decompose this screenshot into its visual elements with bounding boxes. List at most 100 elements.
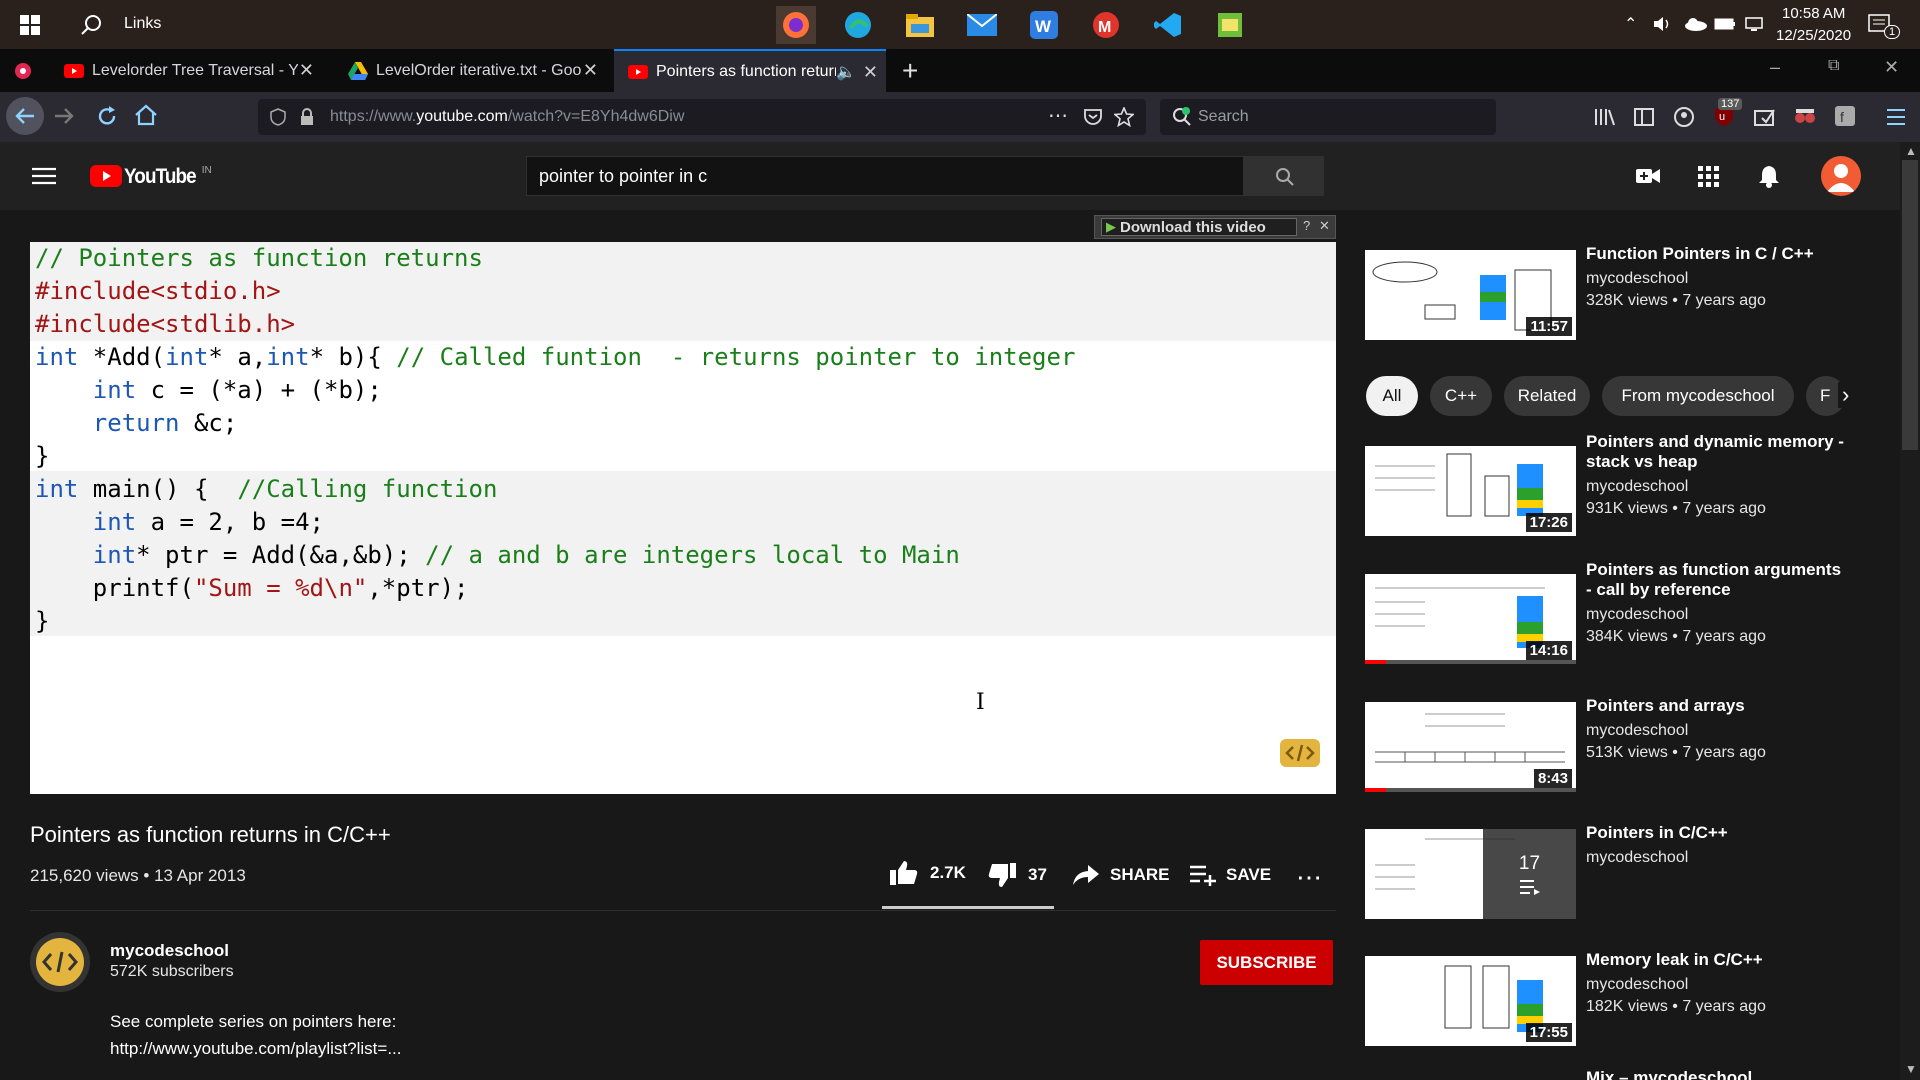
clock-date[interactable]: 12/25/2020: [1776, 27, 1851, 44]
forward-button-icon[interactable]: [54, 107, 74, 130]
like-button[interactable]: 2.7K: [890, 860, 966, 886]
taskbar-search-label[interactable]: Links: [124, 15, 161, 33]
scroll-up-icon[interactable]: ▲: [1905, 144, 1917, 158]
recommended-video[interactable]: 8:43 Pointers and arrays mycodeschool 51…: [1365, 696, 1845, 798]
recommended-video[interactable]: 11:57 Function Pointers in C / C++ mycod…: [1365, 244, 1845, 346]
taskbar-search-icon[interactable]: [80, 14, 102, 41]
minimize-window-icon[interactable]: –: [1770, 57, 1780, 78]
youtube-logo[interactable]: YouTube IN: [90, 165, 212, 189]
dislike-button[interactable]: 37: [988, 862, 1047, 888]
video-channel[interactable]: mycodeschool: [1586, 976, 1688, 994]
filter-chip-related[interactable]: Related: [1504, 376, 1590, 416]
notifications-bell-icon[interactable]: [1758, 164, 1780, 188]
screenshot-extension-icon[interactable]: [1754, 107, 1776, 127]
sidebar-icon[interactable]: [1634, 107, 1654, 127]
share-button[interactable]: SHARE: [1072, 864, 1170, 886]
guide-menu-icon[interactable]: [32, 167, 56, 185]
library-icon[interactable]: [1594, 107, 1616, 127]
subscribe-button[interactable]: SUBSCRIBE: [1200, 940, 1333, 985]
close-window-icon[interactable]: ✕: [1884, 57, 1899, 78]
channel-avatar[interactable]: [30, 932, 90, 992]
save-button[interactable]: SAVE: [1190, 864, 1271, 886]
account-icon[interactable]: [1674, 107, 1694, 127]
help-icon[interactable]: ?: [1303, 218, 1310, 233]
user-avatar[interactable]: [1821, 156, 1861, 196]
browser-search-bar[interactable]: Search: [1160, 99, 1496, 135]
youtube-search-button[interactable]: [1244, 156, 1324, 196]
video-title[interactable]: Pointers as function arguments - call by…: [1586, 560, 1846, 600]
video-title[interactable]: Function Pointers in C / C++: [1586, 244, 1846, 264]
filter-chip-cpp[interactable]: C++: [1430, 376, 1492, 416]
more-actions-icon[interactable]: ⋯: [1296, 862, 1323, 893]
chevron-up-icon[interactable]: ⌃: [1624, 14, 1637, 34]
tab-levelorder-iterative[interactable]: LevelOrder iterative.txt - Googl ✕: [334, 49, 606, 92]
close-tab-icon[interactable]: ✕: [583, 60, 598, 81]
privacy-extension-icon[interactable]: [1794, 107, 1816, 127]
scroll-down-icon[interactable]: ▼: [1905, 1062, 1917, 1076]
playlist-thumbnail[interactable]: 17: [1365, 829, 1576, 919]
video-thumbnail[interactable]: 8:43: [1365, 702, 1576, 792]
video-thumbnail[interactable]: 14:16: [1365, 574, 1576, 664]
clock-time[interactable]: 10:58 AM: [1782, 5, 1845, 22]
close-tab-icon[interactable]: ✕: [863, 62, 878, 83]
file-explorer-icon[interactable]: [900, 6, 940, 44]
page-actions-icon[interactable]: ⋯: [1048, 103, 1068, 128]
video-channel[interactable]: mycodeschool: [1586, 606, 1688, 624]
onedrive-icon[interactable]: [1684, 17, 1708, 36]
bookmark-star-icon[interactable]: [1114, 107, 1134, 127]
recommended-playlist[interactable]: 17 Pointers in C/C++ mycodeschool: [1365, 823, 1845, 925]
pocket-icon[interactable]: [1084, 108, 1102, 126]
recommended-video[interactable]: 14:16 Pointers as function arguments - c…: [1365, 560, 1845, 670]
channel-name[interactable]: mycodeschool: [110, 941, 229, 961]
edge-icon[interactable]: [838, 6, 878, 44]
close-icon[interactable]: ✕: [1319, 218, 1330, 234]
close-tab-icon[interactable]: ✕: [299, 60, 314, 81]
vscode-icon[interactable]: [1148, 6, 1188, 44]
video-title[interactable]: Memory leak in C/C++: [1586, 950, 1846, 970]
video-channel[interactable]: mycodeschool: [1586, 478, 1688, 496]
filter-chip-from-mycodeschool[interactable]: From mycodeschool: [1602, 376, 1794, 416]
generic-extension-icon[interactable]: f: [1834, 105, 1856, 127]
recommended-video[interactable]: 17:55 Memory leak in C/C++ mycodeschool …: [1365, 950, 1845, 1052]
reload-icon[interactable]: [96, 105, 118, 132]
video-description-link[interactable]: http://www.youtube.com/playlist?list=...: [110, 1039, 402, 1059]
home-icon[interactable]: [134, 104, 158, 131]
playlist-title[interactable]: Pointers in C/C++: [1586, 823, 1846, 843]
video-title[interactable]: Pointers and dynamic memory - stack vs h…: [1586, 432, 1846, 472]
url-text[interactable]: https://www.youtube.com/watch?v=E8Yh4dw6…: [330, 108, 684, 126]
mail-icon[interactable]: [962, 6, 1002, 44]
url-bar[interactable]: https://www.youtube.com/watch?v=E8Yh4dw6…: [258, 99, 1146, 135]
tab-levelorder-traversal[interactable]: Levelorder Tree Traversal - You ✕: [50, 49, 322, 92]
chevron-right-icon[interactable]: ›: [1838, 382, 1854, 408]
restore-window-icon[interactable]: ⧉: [1828, 57, 1839, 75]
video-player[interactable]: // Pointers as function returns #include<…: [30, 242, 1336, 794]
filter-chip-all[interactable]: All: [1366, 376, 1418, 416]
tab-pointers-function-returns[interactable]: Pointers as function returns 🔈 ✕: [614, 49, 886, 92]
speaker-icon[interactable]: 🔈: [836, 62, 856, 82]
wps-writer-icon[interactable]: W: [1024, 6, 1064, 44]
shield-icon[interactable]: [270, 108, 286, 126]
paint-app-icon[interactable]: [1210, 6, 1250, 44]
video-thumbnail[interactable]: 11:57: [1365, 250, 1576, 340]
download-video-button[interactable]: ▶ Download this video: [1101, 218, 1297, 236]
video-channel[interactable]: mycodeschool: [1586, 270, 1688, 288]
video-channel[interactable]: mycodeschool: [1586, 722, 1688, 740]
firefox-icon[interactable]: [776, 6, 816, 44]
volume-icon[interactable]: [1652, 15, 1672, 38]
youtube-search-input[interactable]: pointer to pointer in c: [526, 156, 1244, 196]
windows-start-icon[interactable]: [20, 15, 40, 35]
page-scrollbar[interactable]: ▲ ▼: [1900, 142, 1920, 1080]
playlist-channel[interactable]: mycodeschool: [1586, 849, 1688, 867]
scrollbar-thumb[interactable]: [1902, 160, 1918, 450]
back-button-icon[interactable]: [6, 97, 44, 135]
gmail-icon[interactable]: M: [1086, 6, 1126, 44]
recommended-video[interactable]: 17:26 Pointers and dynamic memory - stac…: [1365, 432, 1845, 542]
new-tab-icon[interactable]: +: [902, 55, 918, 87]
lock-icon[interactable]: [300, 108, 314, 126]
recommended-mix-title[interactable]: Mix – mycodeschool: [1586, 1068, 1752, 1080]
battery-icon[interactable]: [1714, 17, 1736, 36]
video-thumbnail[interactable]: 17:55: [1365, 956, 1576, 1046]
hamburger-menu-icon[interactable]: [1886, 108, 1906, 126]
video-title[interactable]: Pointers and arrays: [1586, 696, 1846, 716]
create-video-icon[interactable]: [1636, 167, 1660, 185]
